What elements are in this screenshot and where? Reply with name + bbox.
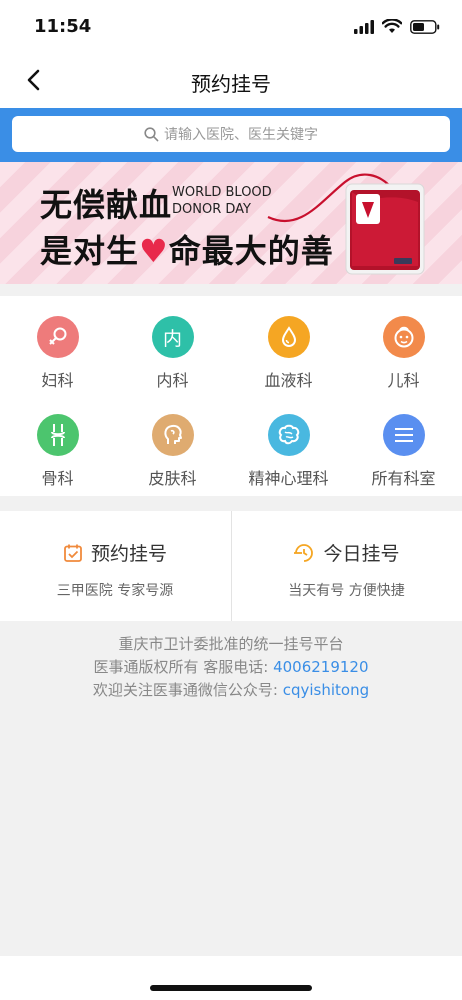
banner-headline-1: 无偿献血 <box>40 186 173 224</box>
signal-icon <box>354 19 374 34</box>
blood-drop-icon <box>267 316 310 358</box>
banner-english-line2: DONOR DAY <box>172 202 251 217</box>
status-time: 11:54 <box>34 16 92 37</box>
appointment-card-header: 预约挂号 <box>0 539 230 566</box>
dept-psychiatry[interactable]: 精神心理科 <box>231 394 346 488</box>
footer-line3: 欢迎关注医事通微信公众号: cqyishitong <box>0 679 462 702</box>
banner-headline-2a: 是对生 <box>40 232 140 270</box>
internal-medicine-icon: 内 <box>151 316 194 358</box>
dept-label: 血液科 <box>264 371 313 390</box>
list-menu-icon <box>382 414 425 456</box>
dept-orthopedics[interactable]: 骨科 <box>0 394 115 488</box>
female-symbol-icon <box>36 316 79 358</box>
dept-label: 皮肤科 <box>148 469 197 488</box>
footer-copyright: 医事通版权所有 客服电话: <box>93 658 269 676</box>
dept-internal-medicine[interactable]: 内 内科 <box>115 296 230 390</box>
navigation-bar: 预约挂号 <box>0 52 462 108</box>
search-placeholder: 请输入医院、医生关键字 <box>164 127 318 143</box>
dept-label: 内科 <box>156 371 189 390</box>
footer-info: 重庆市卫计委批准的统一挂号平台 医事通版权所有 客服电话: 4006219120… <box>0 633 462 702</box>
service-phone-link[interactable]: 4006219120 <box>273 658 368 676</box>
calendar-check-icon <box>64 544 82 562</box>
head-profile-icon <box>151 414 194 456</box>
appointment-card-title: 预约挂号 <box>90 543 167 565</box>
footer-line2: 医事通版权所有 客服电话: 4006219120 <box>0 656 462 679</box>
banner-english-line1: WORLD BLOOD <box>172 185 272 200</box>
banner-headline-2b: 命最大的善 <box>168 232 334 270</box>
dept-label: 精神心理科 <box>248 469 329 488</box>
banner-english-text: WORLD BLOOD DONOR DAY <box>172 184 272 218</box>
status-icons <box>354 19 440 34</box>
dept-label: 妇科 <box>41 371 74 390</box>
page-title: 预约挂号 <box>191 72 271 96</box>
home-indicator-bar <box>0 956 462 1000</box>
dept-hematology[interactable]: 血液科 <box>231 296 346 390</box>
search-input[interactable]: 请输入医院、医生关键字 <box>12 116 450 152</box>
dept-label: 骨科 <box>41 469 74 488</box>
wechat-account-link[interactable]: cqyishitong <box>283 681 369 699</box>
heart-icon: ♥ <box>139 232 169 270</box>
dept-label: 所有科室 <box>371 469 436 488</box>
footer-wechat-label: 欢迎关注医事通微信公众号: <box>92 681 278 699</box>
dept-gynecology[interactable]: 妇科 <box>0 296 115 390</box>
appointment-card[interactable]: 预约挂号 三甲医院 专家号源 <box>0 511 230 621</box>
today-card-title: 今日挂号 <box>323 543 400 565</box>
appointment-card-subtitle: 三甲医院 专家号源 <box>56 583 174 599</box>
footer-line1: 重庆市卫计委批准的统一挂号平台 <box>118 635 344 653</box>
baby-face-icon <box>382 316 425 358</box>
dept-all[interactable]: 所有科室 <box>346 394 461 488</box>
department-grid: 妇科 内 内科 血液科 儿科 骨科 皮肤科 精神心理科 所有科室 <box>0 296 462 496</box>
clock-icon <box>294 543 314 562</box>
booking-cards: 预约挂号 三甲医院 专家号源 今日挂号 当天有号 方便快捷 <box>0 511 462 621</box>
home-indicator[interactable] <box>150 985 312 991</box>
banner-headline-2: 是对生♥命最大的善 <box>40 226 334 272</box>
dept-dermatology[interactable]: 皮肤科 <box>115 394 230 488</box>
brain-icon <box>267 414 310 456</box>
search-icon <box>144 126 159 141</box>
search-bar: 请输入医院、医生关键字 <box>0 108 462 162</box>
status-bar: 11:54 <box>0 0 462 52</box>
bone-joint-icon <box>36 414 79 456</box>
today-card-header: 今日挂号 <box>232 539 461 566</box>
promo-banner[interactable]: 无偿献血 WORLD BLOOD DONOR DAY 是对生♥命最大的善 <box>0 162 462 284</box>
wifi-icon <box>382 19 402 33</box>
dept-pediatrics[interactable]: 儿科 <box>346 296 461 390</box>
today-card-subtitle: 当天有号 方便快捷 <box>288 583 405 599</box>
dept-label: 儿科 <box>387 371 420 390</box>
battery-icon <box>410 19 440 34</box>
today-registration-card[interactable]: 今日挂号 当天有号 方便快捷 <box>231 511 461 621</box>
